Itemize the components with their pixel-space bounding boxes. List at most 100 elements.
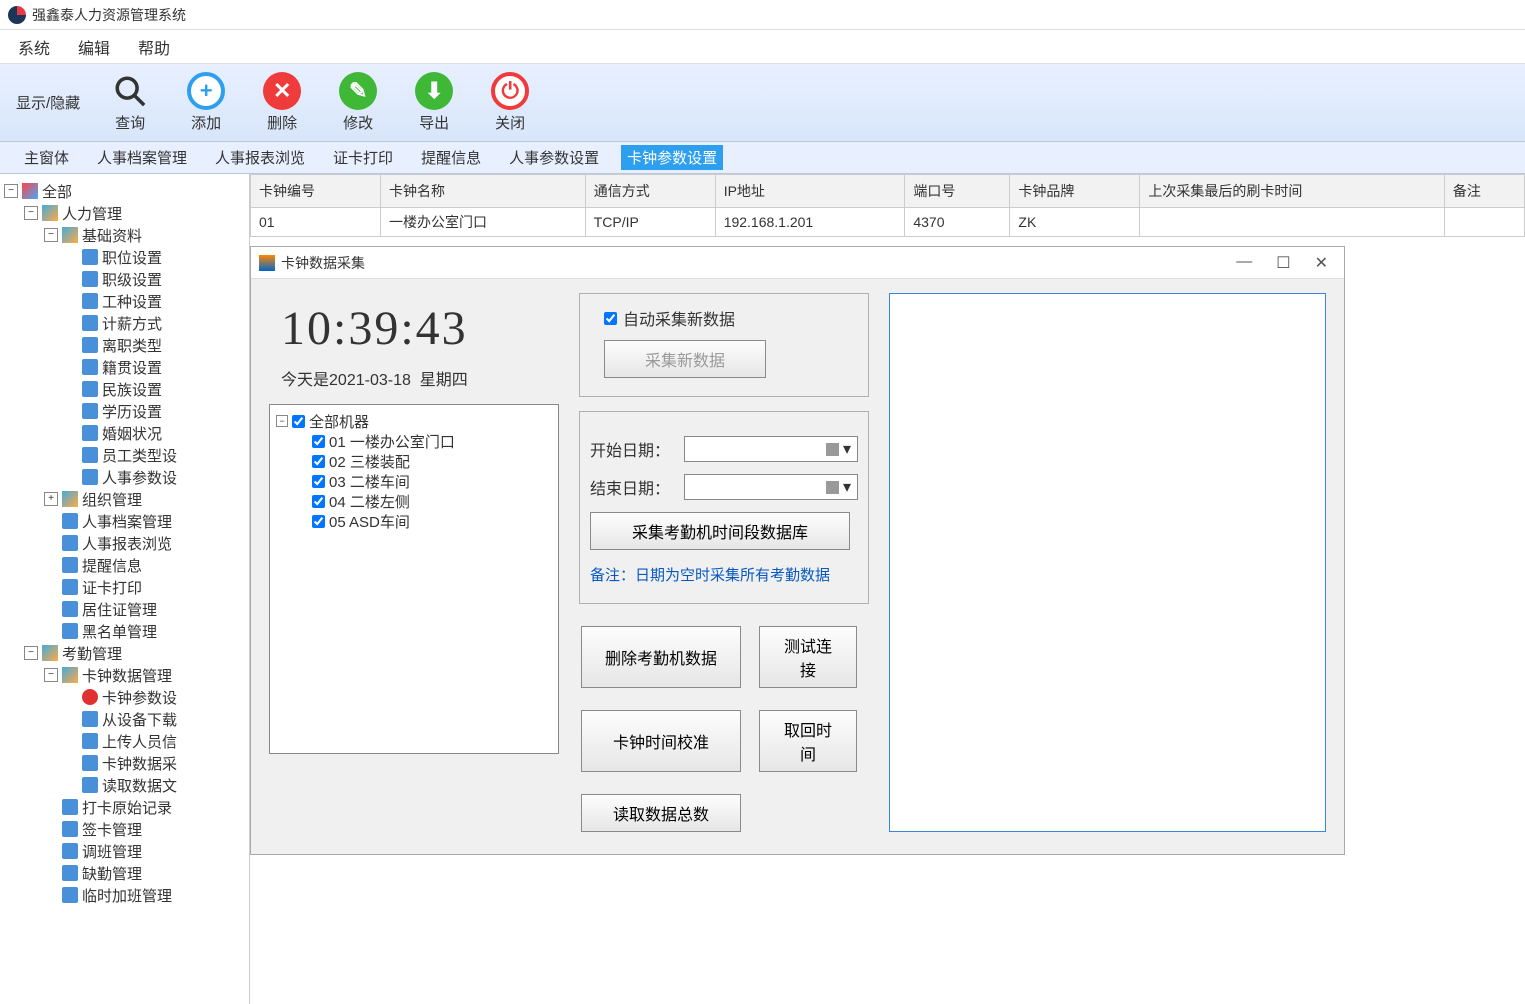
tree-att-leaf-0[interactable]: 打卡原始记录 [0, 796, 249, 818]
grid-header-4[interactable]: 端口号 [905, 175, 1010, 208]
tree-toggle[interactable]: − [44, 228, 58, 242]
search-button[interactable]: 查询 [104, 72, 156, 133]
tree-att-leaf-4[interactable]: 临时加班管理 [0, 884, 249, 906]
machine-checkbox[interactable] [312, 455, 325, 468]
machine-checkbox[interactable] [312, 475, 325, 488]
tree-basic-leaf-7[interactable]: 学历设置 [0, 400, 249, 422]
minimize-icon[interactable]: — [1236, 253, 1252, 273]
grid-header-3[interactable]: IP地址 [715, 175, 905, 208]
grid-cell[interactable] [1444, 208, 1524, 237]
menu-system[interactable]: 系统 [18, 35, 50, 59]
tab-card[interactable]: 证卡打印 [327, 145, 399, 170]
grid-cell[interactable]: 一楼办公室门口 [380, 208, 585, 237]
machine-item[interactable]: 05 ASD车间 [276, 511, 552, 531]
tree-hr-leaf-3[interactable]: 证卡打印 [0, 576, 249, 598]
machine-root-checkbox[interactable] [292, 415, 305, 428]
menu-edit[interactable]: 编辑 [78, 35, 110, 59]
tree-att-leaf-3[interactable]: 缺勤管理 [0, 862, 249, 884]
export-button[interactable]: ⬇ 导出 [408, 72, 460, 133]
grid-cell[interactable]: 192.168.1.201 [715, 208, 905, 237]
tree-hr-leaf-4[interactable]: 居住证管理 [0, 598, 249, 620]
tree-att-leaf-1[interactable]: 签卡管理 [0, 818, 249, 840]
clock-grid[interactable]: 卡钟编号卡钟名称通信方式IP地址端口号卡钟品牌上次采集最后的刷卡时间备注 01一… [250, 174, 1525, 237]
tree-basic-leaf-3[interactable]: 计薪方式 [0, 312, 249, 334]
machine-root[interactable]: −全部机器 [276, 411, 552, 431]
tree-root[interactable]: −全部 [0, 180, 249, 202]
tab-clock-params[interactable]: 卡钟参数设置 [621, 145, 723, 170]
tree-hr-leaf-1[interactable]: 人事报表浏览 [0, 532, 249, 554]
menu-help[interactable]: 帮助 [138, 35, 170, 59]
machine-item[interactable]: 01 一楼办公室门口 [276, 431, 552, 451]
tree-org[interactable]: +组织管理 [0, 488, 249, 510]
grid-cell[interactable]: TCP/IP [585, 208, 715, 237]
delete-button[interactable]: ✕ 删除 [256, 72, 308, 133]
grid-header-6[interactable]: 上次采集最后的刷卡时间 [1140, 175, 1444, 208]
tree-toggle[interactable]: − [24, 646, 38, 660]
tree-toggle[interactable]: − [24, 206, 38, 220]
tree-basic-leaf-4[interactable]: 离职类型 [0, 334, 249, 356]
test-connect-button[interactable]: 测试连接 [759, 626, 857, 688]
tree-clock-leaf-4[interactable]: 读取数据文 [0, 774, 249, 796]
maximize-icon[interactable]: ☐ [1276, 253, 1290, 273]
tree-hr-leaf-5[interactable]: 黑名单管理 [0, 620, 249, 642]
grid-cell[interactable]: 4370 [905, 208, 1010, 237]
grid-cell[interactable]: ZK [1010, 208, 1140, 237]
tree-basic-leaf-9[interactable]: 员工类型设 [0, 444, 249, 466]
auto-collect-checkbox[interactable] [604, 312, 617, 325]
grid-cell[interactable] [1140, 208, 1444, 237]
tree-hr-leaf-2[interactable]: 提醒信息 [0, 554, 249, 576]
tree-toggle[interactable]: − [44, 668, 58, 682]
tree-clock-leaf-1[interactable]: 从设备下载 [0, 708, 249, 730]
tree-basic-leaf-0[interactable]: 职位设置 [0, 246, 249, 268]
tree-basic-leaf-6[interactable]: 民族设置 [0, 378, 249, 400]
edit-button[interactable]: ✎ 修改 [332, 72, 384, 133]
collect-new-button[interactable]: 采集新数据 [604, 340, 766, 378]
tree-basic[interactable]: −基础资料 [0, 224, 249, 246]
tab-report[interactable]: 人事报表浏览 [209, 145, 311, 170]
grid-header-2[interactable]: 通信方式 [585, 175, 715, 208]
tab-hr-params[interactable]: 人事参数设置 [503, 145, 605, 170]
tree-hr[interactable]: −人力管理 [0, 202, 249, 224]
tree-toggle[interactable]: − [276, 415, 288, 427]
start-date-input[interactable]: ▾ [684, 436, 858, 462]
machine-checkbox[interactable] [312, 495, 325, 508]
delete-data-button[interactable]: 删除考勤机数据 [581, 626, 741, 688]
grid-cell[interactable]: 01 [251, 208, 381, 237]
dialog-titlebar[interactable]: 卡钟数据采集 — ☐ ✕ [251, 247, 1344, 279]
machine-checkbox[interactable] [312, 435, 325, 448]
tree-basic-leaf-2[interactable]: 工种设置 [0, 290, 249, 312]
grid-header-5[interactable]: 卡钟品牌 [1010, 175, 1140, 208]
get-time-button[interactable]: 取回时间 [759, 710, 857, 772]
dialog-close-icon[interactable]: ✕ [1315, 253, 1328, 273]
show-hide-label[interactable]: 显示/隐藏 [16, 92, 80, 113]
tree-hr-leaf-0[interactable]: 人事档案管理 [0, 510, 249, 532]
tree-clock-leaf-0[interactable]: 卡钟参数设 [0, 686, 249, 708]
tab-archive[interactable]: 人事档案管理 [91, 145, 193, 170]
machine-item[interactable]: 03 二楼车间 [276, 471, 552, 491]
tree-clock-leaf-3[interactable]: 卡钟数据采 [0, 752, 249, 774]
tree-att-leaf-2[interactable]: 调班管理 [0, 840, 249, 862]
tree-toggle[interactable]: − [4, 184, 18, 198]
sidebar-tree[interactable]: −全部−人力管理−基础资料职位设置职级设置工种设置计薪方式离职类型籍贯设置民族设… [0, 174, 250, 1004]
tab-remind[interactable]: 提醒信息 [415, 145, 487, 170]
grid-header-1[interactable]: 卡钟名称 [380, 175, 585, 208]
tree-basic-leaf-8[interactable]: 婚姻状况 [0, 422, 249, 444]
tree-clock-data[interactable]: −卡钟数据管理 [0, 664, 249, 686]
add-button[interactable]: + 添加 [180, 72, 232, 133]
machine-item[interactable]: 04 二楼左侧 [276, 491, 552, 511]
close-button[interactable]: ⏻ 关闭 [484, 72, 536, 133]
tree-clock-leaf-2[interactable]: 上传人员信 [0, 730, 249, 752]
tree-basic-leaf-1[interactable]: 职级设置 [0, 268, 249, 290]
tree-basic-leaf-10[interactable]: 人事参数设 [0, 466, 249, 488]
tab-main[interactable]: 主窗体 [18, 145, 75, 170]
machine-tree[interactable]: −全部机器01 一楼办公室门口02 三楼装配03 二楼车间04 二楼左侧05 A… [269, 404, 559, 754]
grid-header-7[interactable]: 备注 [1444, 175, 1524, 208]
tree-toggle[interactable]: + [44, 492, 58, 506]
machine-checkbox[interactable] [312, 515, 325, 528]
read-total-button[interactable]: 读取数据总数 [581, 794, 741, 832]
sync-time-button[interactable]: 卡钟时间校准 [581, 710, 741, 772]
table-row[interactable]: 01一楼办公室门口TCP/IP192.168.1.2014370ZK [251, 208, 1525, 237]
collect-range-button[interactable]: 采集考勤机时间段数据库 [590, 512, 850, 550]
tree-basic-leaf-5[interactable]: 籍贯设置 [0, 356, 249, 378]
tree-att[interactable]: −考勤管理 [0, 642, 249, 664]
